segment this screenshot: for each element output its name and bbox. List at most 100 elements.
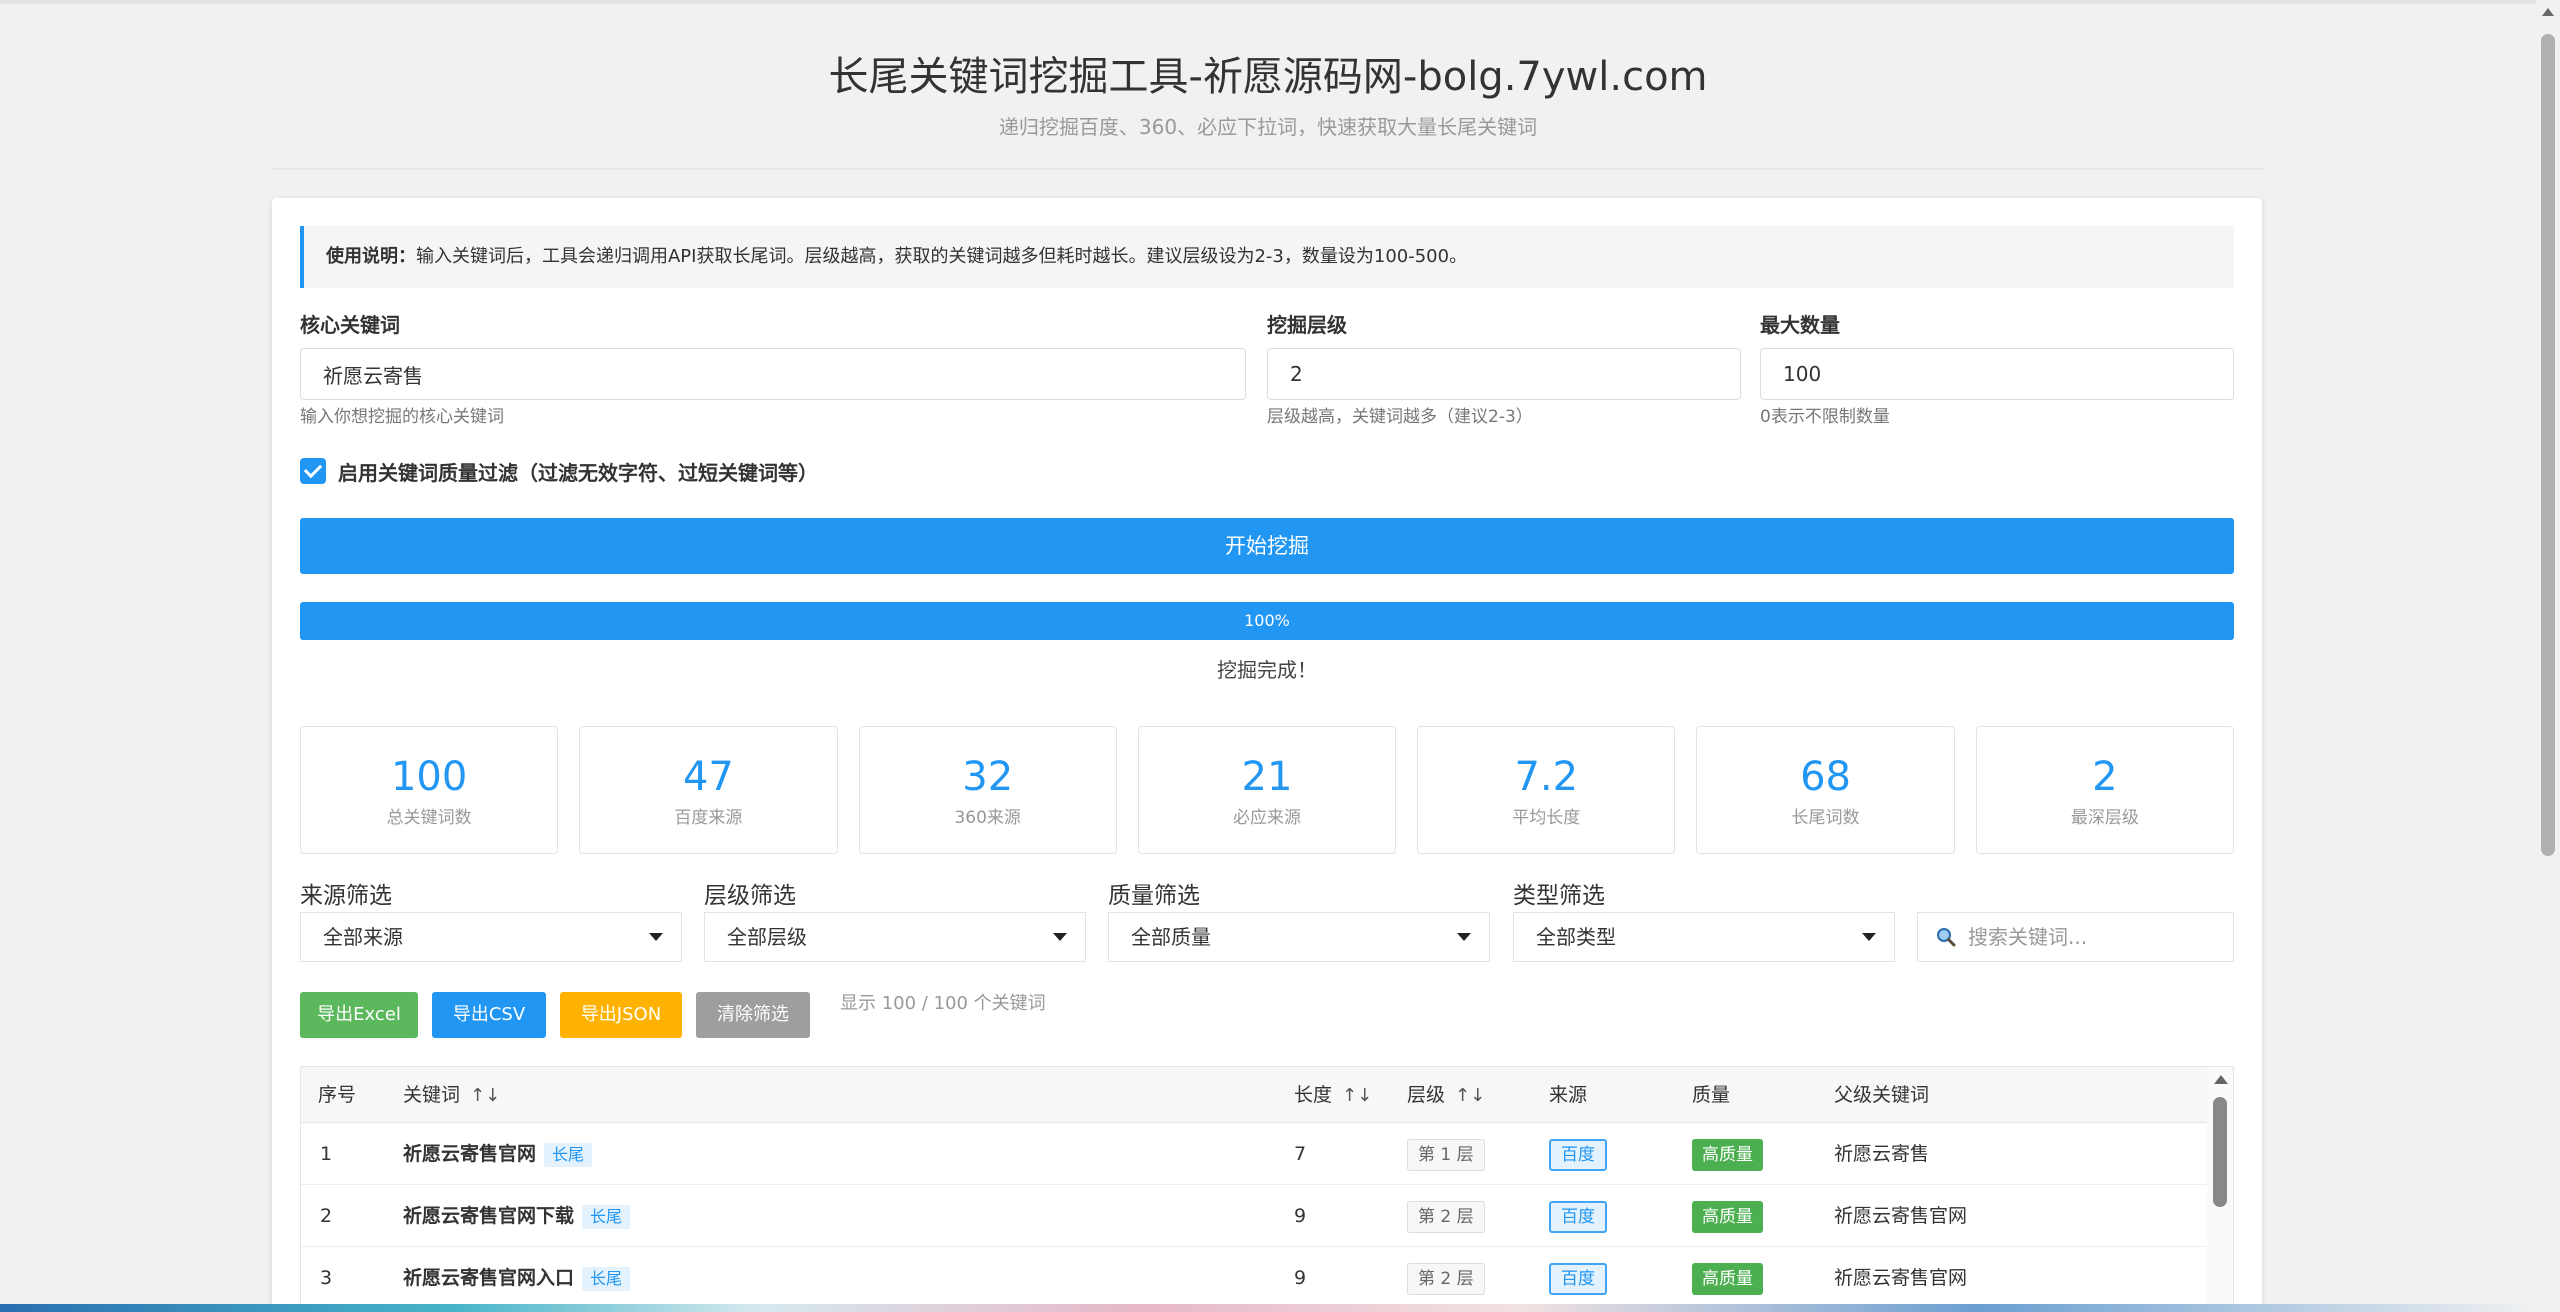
stat-value: 100 [390, 754, 468, 800]
col-source: 来源 [1549, 1084, 1588, 1106]
row-level: 第 2 层 [1407, 1185, 1485, 1247]
stat-label: 最深层级 [2070, 808, 2139, 828]
stat-bing: 21 必应来源 [1137, 726, 1397, 854]
quality-filter-checkbox[interactable] [300, 458, 326, 484]
col-length-label: 长度 [1294, 1084, 1333, 1106]
sort-icon[interactable]: ↑↓ [1455, 1068, 1485, 1124]
quality-badge: 高质量 [1692, 1200, 1763, 1233]
sort-icon[interactable]: ↑↓ [470, 1068, 500, 1124]
keyword-text: 祈愿云寄售官网入口 [403, 1267, 575, 1289]
keyword-table: 序号 关键词 ↑↓ 长度 ↑↓ 层级 ↑↓ 来源 质量 父级关键词 1 祈愿云寄售官网… [300, 1066, 2234, 1312]
status-text: 挖掘完成！ [1217, 658, 1317, 682]
page-subtitle: 递归挖掘百度、360、必应下拉词，快速获取大量长尾关键词 [998, 115, 1538, 139]
stat-value: 2 [2092, 754, 2118, 800]
source-badge: 百度 [1549, 1262, 1607, 1295]
col-keyword-label: 关键词 [403, 1084, 461, 1106]
row-length: 7 [1294, 1143, 1307, 1165]
stat-total: 100 总关键词数 [300, 726, 559, 854]
table-header: 序号 关键词 ↑↓ 长度 ↑↓ 层级 ↑↓ 来源 质量 父级关键词 [301, 1067, 2209, 1123]
stats-row: 100 总关键词数 47 百度来源 32 360来源 21 必应来源 7.2 平… [300, 726, 2234, 854]
notice-text: 输入关键词后，工具会递归调用API获取长尾词。层级越高，获取的关键词越多但耗时越… [416, 246, 1468, 267]
stat-label: 长尾词数 [1791, 808, 1860, 828]
keyword-text: 祈愿云寄售官网 [403, 1143, 537, 1165]
start-mining-button[interactable]: 开始挖掘 [300, 518, 2234, 574]
quality-badge: 高质量 [1692, 1262, 1763, 1295]
scroll-up-icon[interactable] [2542, 8, 2554, 16]
export-excel-button[interactable]: 导出Excel [300, 992, 418, 1038]
stat-label: 必应来源 [1232, 808, 1301, 828]
stat-360: 32 360来源 [858, 726, 1117, 854]
keyword-text: 祈愿云寄售官网下载 [403, 1205, 575, 1227]
col-level-sort[interactable]: 层级 ↑↓ [1407, 1067, 1485, 1124]
col-keyword-sort[interactable]: 关键词 ↑↓ [403, 1067, 500, 1124]
row-length: 9 [1294, 1267, 1307, 1289]
level-filter-select[interactable]: 全部层级 [704, 912, 1086, 962]
max-label: 最大数量 [1760, 313, 1840, 337]
col-quality: 质量 [1692, 1084, 1731, 1106]
source-badge: 百度 [1549, 1200, 1607, 1233]
depth-label: 挖掘层级 [1267, 313, 1347, 337]
level-badge: 第 2 层 [1407, 1200, 1485, 1233]
scroll-up-icon[interactable] [2214, 1075, 2228, 1084]
row-parent: 祈愿云寄售官网 [1834, 1267, 1968, 1289]
page-title: 长尾关键词挖掘工具-祈愿源码网-bolg.7ywl.com [828, 54, 1708, 100]
type-filter-select[interactable]: 全部类型 [1513, 912, 1895, 962]
row-source: 百度 [1549, 1185, 1607, 1247]
keyword-label: 核心关键词 [300, 313, 400, 337]
page-scroll-thumb[interactable] [2541, 34, 2555, 856]
row-quality: 高质量 [1692, 1123, 1763, 1185]
sort-icon[interactable]: ↑↓ [1342, 1068, 1372, 1124]
stat-avg-length: 7.2 平均长度 [1417, 726, 1676, 854]
level-filter-value: 全部层级 [727, 925, 807, 949]
col-index: 序号 [318, 1084, 357, 1106]
table-row[interactable]: 2 祈愿云寄售官网下载 长尾 9 第 2 层 百度 高质量 祈愿云寄售官网 [301, 1185, 2209, 1247]
type-filter-label: 类型筛选 [1513, 883, 1605, 909]
keyword-search-box[interactable] [1917, 912, 2234, 962]
level-filter-label: 层级筛选 [704, 883, 796, 909]
quality-filter-value: 全部质量 [1131, 925, 1211, 949]
stat-label: 总关键词数 [386, 808, 472, 828]
stat-value: 21 [1241, 754, 1293, 800]
type-filter-value: 全部类型 [1536, 925, 1616, 949]
table-row[interactable]: 3 祈愿云寄售官网入口 长尾 9 第 2 层 百度 高质量 祈愿云寄售官网 [301, 1247, 2209, 1309]
page-scrollbar[interactable] [2536, 0, 2560, 1312]
chevron-down-icon [1053, 933, 1067, 941]
row-index: 1 [320, 1143, 333, 1165]
chevron-down-icon [649, 933, 663, 941]
chevron-down-icon [1862, 933, 1876, 941]
quality-filter-row[interactable]: 启用关键词质量过滤（过滤无效字符、过短关键词等） [300, 456, 818, 486]
max-input[interactable] [1760, 348, 2234, 400]
stat-max-level: 2 最深层级 [1975, 726, 2234, 854]
quality-filter-label[interactable]: 启用关键词质量过滤（过滤无效字符、过短关键词等） [338, 457, 818, 486]
stat-value: 7.2 [1514, 754, 1579, 800]
col-length-sort[interactable]: 长度 ↑↓ [1294, 1067, 1372, 1124]
export-json-button[interactable]: 导出JSON [560, 992, 682, 1038]
row-index: 3 [320, 1267, 333, 1289]
source-filter-select[interactable]: 全部来源 [300, 912, 682, 962]
chevron-down-icon [1457, 933, 1471, 941]
level-badge: 第 2 层 [1407, 1262, 1485, 1295]
stat-label: 百度来源 [674, 808, 743, 828]
notice-label: 使用说明： [326, 246, 416, 267]
row-length: 9 [1294, 1205, 1307, 1227]
clear-filter-button[interactable]: 清除筛选 [696, 992, 810, 1038]
stat-value: 68 [1800, 754, 1851, 800]
row-keyword: 祈愿云寄售官网 长尾 [403, 1123, 593, 1185]
row-keyword: 祈愿云寄售官网下载 长尾 [403, 1185, 631, 1247]
progress-fill: 100% [300, 602, 2234, 640]
usage-notice: 使用说明：输入关键词后，工具会递归调用API获取长尾词。层级越高，获取的关键词越… [300, 226, 2234, 288]
quality-badge: 高质量 [1692, 1138, 1763, 1171]
quality-filter-select[interactable]: 全部质量 [1108, 912, 1490, 962]
row-parent: 祈愿云寄售 [1834, 1143, 1930, 1165]
stat-label: 平均长度 [1512, 808, 1581, 828]
stat-label: 360来源 [954, 808, 1021, 828]
search-input[interactable] [1968, 913, 2223, 961]
depth-input[interactable] [1267, 348, 1741, 400]
level-badge: 第 1 层 [1407, 1138, 1485, 1171]
keyword-input[interactable] [300, 348, 1246, 400]
row-source: 百度 [1549, 1247, 1607, 1309]
export-csv-button[interactable]: 导出CSV [432, 992, 546, 1038]
table-row[interactable]: 1 祈愿云寄售官网 长尾 7 第 1 层 百度 高质量 祈愿云寄售 [301, 1123, 2209, 1185]
table-scrollbar[interactable] [2207, 1067, 2233, 1312]
table-scroll-thumb[interactable] [2213, 1097, 2227, 1207]
